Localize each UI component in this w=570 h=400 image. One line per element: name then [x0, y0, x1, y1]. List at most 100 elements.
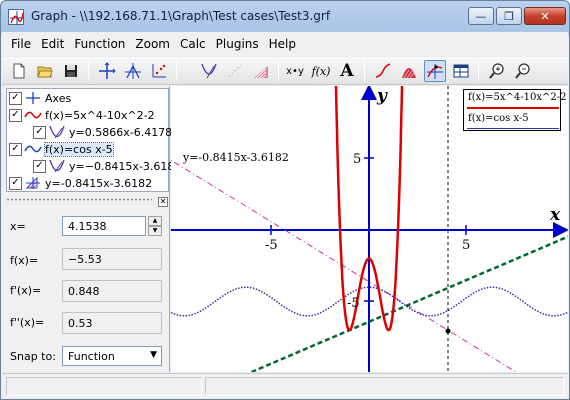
- snap-value: Function: [68, 350, 115, 363]
- tree-item-shading[interactable]: ✓ y=-0.8415x-3.6182: [9, 175, 152, 191]
- status-cell-right: [205, 377, 564, 396]
- legend-item-function-1: f(x)=5x^4-10x^2-2: [468, 92, 567, 103]
- label-fx-button[interactable]: f(x): [310, 60, 332, 82]
- insert-function-icon: [125, 63, 141, 79]
- x-input[interactable]: 4.1538: [62, 216, 146, 236]
- function-1-checkbox[interactable]: ✓: [9, 108, 22, 122]
- side-panel: ✓ Axes ✓ f(x)=5x^4-10x^2-2 ✓ y=0.5866x-6…: [2, 86, 181, 372]
- evaluate-point: [445, 328, 451, 334]
- label-xy-button[interactable]: x•y: [284, 60, 306, 82]
- minimize-button[interactable]: —: [468, 7, 494, 25]
- snap-label: Snap to:: [10, 350, 56, 363]
- menu-calc[interactable]: Calc: [175, 34, 211, 54]
- new-icon: [13, 63, 25, 79]
- tree-label: f(x)=cos x-5: [44, 141, 114, 157]
- tree-label: y=0.5866x-6.4178: [69, 125, 173, 139]
- tree-item-axes[interactable]: ✓ Axes: [9, 90, 71, 106]
- y-tick-label-pos: 5: [353, 152, 361, 167]
- maximize-button[interactable]: ❐: [496, 7, 522, 25]
- zoom-out-icon: [515, 63, 530, 79]
- status-bar: [2, 373, 568, 399]
- shading-icon: [228, 64, 242, 78]
- tree-label: Axes: [45, 91, 72, 105]
- insert-relation-button[interactable]: [148, 60, 170, 82]
- x-tick-label-neg: -5: [265, 238, 278, 253]
- x-label: x=: [10, 220, 26, 233]
- status-cell-left: [6, 377, 202, 396]
- f1-value: 0.848: [62, 280, 162, 302]
- tangent-1-checkbox[interactable]: ✓: [33, 125, 46, 139]
- menu-file[interactable]: File: [6, 34, 36, 54]
- tangent-2-checkbox[interactable]: ✓: [33, 159, 46, 173]
- function-blue-icon: [24, 145, 42, 153]
- tree-label: f(x)=5x^4-10x^2-2: [45, 108, 155, 122]
- menu-edit[interactable]: Edit: [36, 34, 69, 54]
- tree-item-tangent-1[interactable]: ✓ y=0.5866x-6.4178: [33, 124, 172, 140]
- area-button[interactable]: [398, 60, 420, 82]
- table-button[interactable]: [450, 60, 472, 82]
- tangent-annotation: y=-0.8415x-3.6182: [182, 151, 289, 164]
- f1-label: f'(x)=: [10, 284, 42, 297]
- evaluate-button[interactable]: [424, 60, 446, 82]
- fx-value: −5.53: [62, 248, 162, 270]
- graph-legend[interactable]: f(x)=5x^4-10x^2-2 f(x)=cos x-5: [463, 89, 567, 131]
- tangent-button[interactable]: [198, 60, 220, 82]
- function-red-icon: [24, 111, 42, 119]
- shading-checkbox[interactable]: ✓: [9, 176, 22, 190]
- tangent-icon: [201, 63, 217, 79]
- tree-item-function-2[interactable]: ✓ f(x)=cos x-5: [9, 141, 114, 157]
- close-button[interactable]: ✕: [524, 7, 566, 25]
- open-icon: [37, 66, 53, 78]
- app-window: Graph - \\192.168.71.1\Graph\Test cases\…: [0, 0, 570, 400]
- legend-item-function-2: f(x)=cos x-5: [468, 113, 529, 124]
- menu-help[interactable]: Help: [264, 34, 301, 54]
- function-2-checkbox[interactable]: ✓: [9, 142, 22, 156]
- insert-function-button[interactable]: [122, 60, 144, 82]
- title-bar[interactable]: Graph - \\192.168.71.1\Graph\Test cases\…: [1, 1, 569, 31]
- x-axis-label: x: [549, 205, 561, 225]
- close-evaluate-panel-button[interactable]: ✕: [158, 197, 168, 207]
- tree-label: y=−0.8415x-3.6182: [69, 159, 182, 173]
- area-icon: [402, 68, 416, 79]
- tree-label: y=-0.8415x-3.6182: [45, 176, 153, 190]
- save-button[interactable]: [60, 60, 82, 82]
- panel-splitter[interactable]: [2, 195, 170, 203]
- shading-button[interactable]: [224, 60, 246, 82]
- axes-icon: [99, 62, 116, 79]
- menu-function[interactable]: Function: [69, 34, 130, 54]
- snap-select[interactable]: Function ▼: [62, 346, 162, 366]
- insert-relation-icon: [152, 64, 166, 78]
- new-button[interactable]: [8, 60, 30, 82]
- axes-icon: [26, 92, 40, 104]
- tangent-icon: [49, 125, 65, 139]
- y-axis-label: y: [376, 86, 388, 106]
- function-tree[interactable]: ✓ Axes ✓ f(x)=5x^4-10x^2-2 ✓ y=0.5866x-6…: [6, 88, 181, 192]
- x-spin-down-button[interactable]: ▼: [148, 226, 162, 236]
- tangent-icon: [49, 159, 65, 173]
- window-title: Graph - \\192.168.71.1\Graph\Test cases\…: [31, 9, 331, 23]
- zoom-out-button[interactable]: [512, 60, 534, 82]
- open-button[interactable]: [34, 60, 56, 82]
- tree-item-tangent-2[interactable]: ✓ y=−0.8415x-3.6182: [33, 158, 181, 174]
- toolbar: x•y f(x) A: [2, 57, 568, 85]
- save-icon: [65, 65, 77, 77]
- menu-zoom[interactable]: Zoom: [130, 34, 175, 54]
- trace-icon: [375, 63, 391, 78]
- tree-item-function-1[interactable]: ✓ f(x)=5x^4-10x^2-2: [9, 107, 155, 123]
- y-tick-label-neg: -5: [347, 296, 360, 311]
- menu-bar: File Edit Function Zoom Calc Plugins Hel…: [2, 32, 568, 56]
- menu-plugins[interactable]: Plugins: [211, 34, 264, 54]
- axes-checkbox[interactable]: ✓: [9, 91, 22, 105]
- axes-button[interactable]: [96, 60, 118, 82]
- zoom-in-button[interactable]: [486, 60, 508, 82]
- insert-label-button[interactable]: A: [336, 60, 358, 82]
- zoom-in-icon: [489, 63, 504, 79]
- point-series-icon: [254, 66, 268, 79]
- legend-swatch-red: [467, 107, 559, 109]
- shading-icon: [25, 176, 40, 189]
- legend-swatch-blue: [467, 128, 559, 129]
- trace-button[interactable]: [372, 60, 394, 82]
- x-spin-up-button[interactable]: ▲: [148, 216, 162, 226]
- f2-value: 0.53: [62, 312, 162, 334]
- point-series-button[interactable]: [250, 60, 272, 82]
